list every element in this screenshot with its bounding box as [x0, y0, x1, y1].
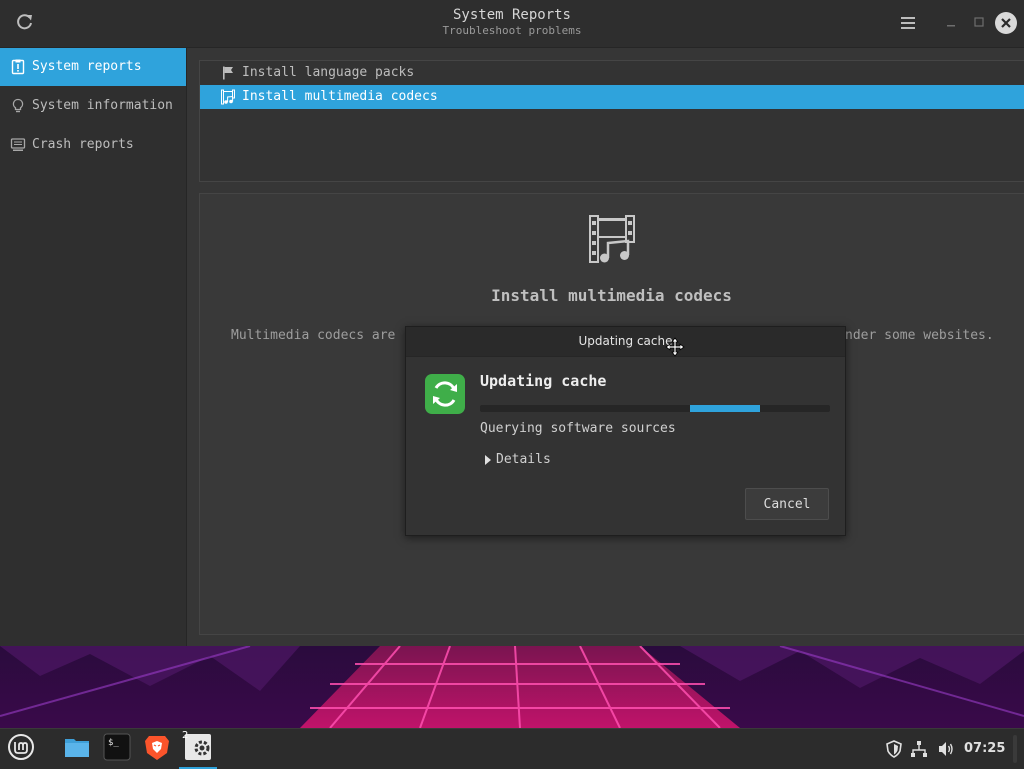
taskbar-brave[interactable] [138, 729, 176, 767]
desktop-wallpaper [0, 646, 1024, 728]
title-block: System Reports Troubleshoot problems [0, 6, 1024, 38]
mint-logo-icon [8, 734, 34, 760]
brave-lion-icon [145, 736, 169, 760]
shield-icon[interactable] [885, 740, 903, 758]
sidebar-item-crash-reports[interactable]: Crash reports [0, 126, 186, 164]
updating-cache-dialog: Updating cache Updating cache Querying s… [405, 326, 846, 536]
volume-icon[interactable] [937, 740, 955, 758]
flag-icon [223, 66, 233, 80]
network-icon[interactable] [910, 740, 928, 758]
sidebar-item-system-information[interactable]: System information [0, 87, 186, 125]
show-desktop-handle[interactable] [1013, 735, 1017, 763]
sidebar-item-system-reports[interactable]: System reports [0, 48, 186, 86]
sidebar-item-label: System information [32, 98, 173, 113]
minimize-button[interactable] [944, 16, 958, 30]
start-menu-button[interactable] [2, 729, 40, 767]
detail-title: Install multimedia codecs [491, 286, 732, 305]
svg-text:$_: $_ [108, 738, 119, 748]
list-item-label: Install language packs [242, 65, 415, 80]
hamburger-icon [901, 17, 915, 29]
maximize-button[interactable] [972, 15, 986, 29]
taskbar-system-reports[interactable]: 2 [179, 729, 217, 769]
list-item-label: Install multimedia codecs [242, 89, 438, 104]
sync-app-icon [425, 374, 465, 414]
progress-bar [480, 405, 830, 412]
taskbar-terminal[interactable]: $_ [98, 729, 136, 767]
close-button[interactable] [995, 12, 1017, 34]
list-item-language-packs[interactable]: Install language packs [200, 61, 1024, 85]
status-text: Querying software sources [480, 421, 676, 436]
close-icon [1001, 18, 1011, 28]
film-music-icon [589, 215, 635, 263]
system-reports-window: System Reports Troubleshoot problems Sys… [0, 0, 1024, 646]
taskbar: $_ 2 07:25 [0, 728, 1024, 769]
dialog-title: Updating cache [578, 334, 673, 348]
computer-icon [10, 138, 26, 151]
window-title: System Reports [452, 7, 571, 23]
list-item-multimedia-codecs[interactable]: Install multimedia codecs [200, 85, 1024, 109]
minimize-icon [947, 25, 955, 27]
menu-button[interactable] [898, 14, 918, 32]
detail-description: Multimedia codecs are [231, 328, 396, 343]
move-cursor-icon [665, 337, 685, 357]
sidebar: System reports System information Crash … [0, 48, 187, 646]
report-icon [11, 59, 25, 75]
clock[interactable]: 07:25 [964, 741, 1005, 756]
window-count-badge: 2 [182, 730, 189, 741]
window-subtitle: Troubleshoot problems [442, 24, 582, 37]
film-music-icon [221, 89, 235, 105]
sidebar-item-label: Crash reports [32, 137, 134, 152]
dialog-heading: Updating cache [480, 372, 607, 390]
maximize-icon [974, 17, 984, 27]
sidebar-item-label: System reports [32, 59, 142, 74]
details-label: Details [496, 452, 551, 467]
folder-icon [65, 739, 89, 757]
progress-pulse [690, 405, 760, 412]
actions-list: Install language packs Install multimedi… [199, 60, 1024, 182]
terminal-icon: $_ [103, 733, 131, 761]
triangle-right-icon [485, 455, 491, 465]
title-bar[interactable]: System Reports Troubleshoot problems [0, 0, 1024, 48]
detail-description-continued: nder some websites. [845, 328, 994, 343]
lightbulb-icon [12, 98, 24, 113]
dialog-title-bar[interactable]: Updating cache [406, 327, 845, 357]
cancel-button[interactable]: Cancel [745, 488, 829, 520]
taskbar-files[interactable] [58, 729, 96, 767]
